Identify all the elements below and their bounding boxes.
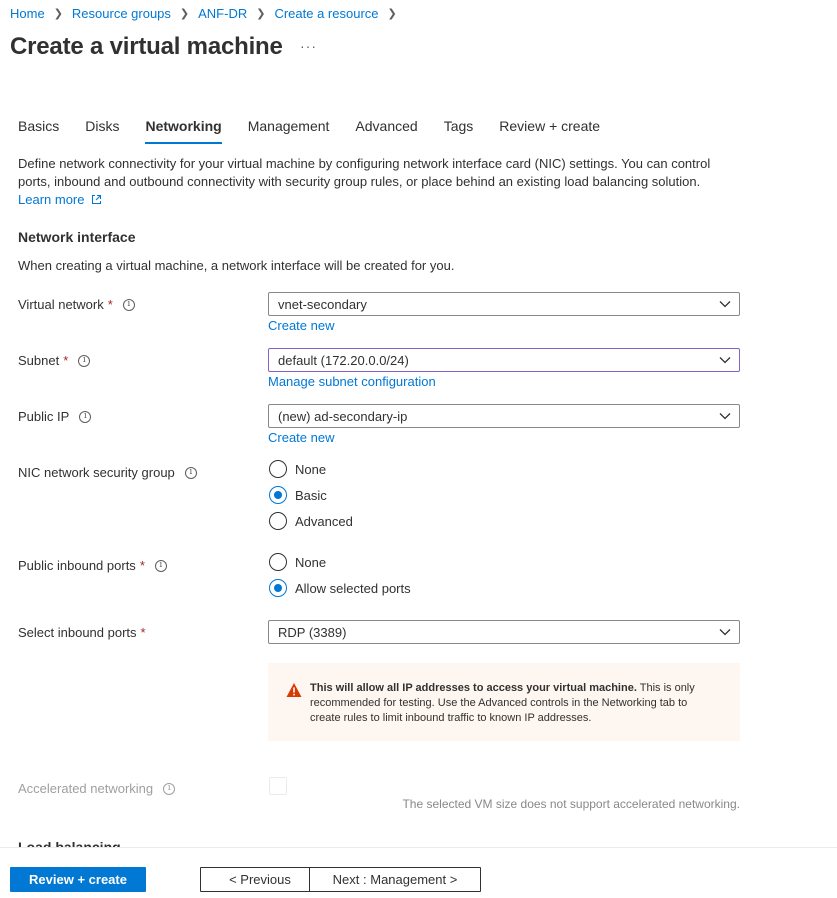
inbound-ports-value: RDP (3389) xyxy=(278,624,347,640)
accelerated-networking-checkbox xyxy=(269,777,287,795)
public-inbound-ports-label: Public inbound ports * i xyxy=(18,558,167,573)
breadcrumb-anf-dr[interactable]: ANF-DR xyxy=(198,6,247,21)
tab-advanced[interactable]: Advanced xyxy=(355,118,417,144)
nic-nsg-option-none[interactable]: None xyxy=(269,460,326,478)
radio-label: None xyxy=(295,461,327,477)
create-new-vnet-link[interactable]: Create new xyxy=(268,318,334,333)
chevron-right-icon: ❯ xyxy=(256,8,266,20)
wizard-footer: Review + create < Previous Next : Manage… xyxy=(0,847,837,898)
public-ip-label: Public IP i xyxy=(18,409,92,424)
nic-nsg-label: NIC network security group i xyxy=(18,465,197,480)
chevron-down-icon xyxy=(719,357,731,364)
radio-label: Advanced xyxy=(295,513,353,529)
load-balancing-heading: Load balancing xyxy=(18,839,121,847)
page-title: Create a virtual machine xyxy=(10,33,283,60)
tab-basics[interactable]: Basics xyxy=(18,118,59,144)
chevron-right-icon: ❯ xyxy=(387,8,397,20)
inbound-ports-option-allow[interactable]: Allow selected ports xyxy=(269,579,411,597)
external-link-icon xyxy=(92,195,102,204)
chevron-down-icon xyxy=(719,413,731,420)
chevron-right-icon: ❯ xyxy=(53,8,63,20)
chevron-down-icon xyxy=(719,629,731,636)
review-create-button[interactable]: Review + create xyxy=(10,867,146,892)
radio-label: Allow selected ports xyxy=(295,580,411,596)
warning-icon xyxy=(286,683,302,697)
accelerated-networking-label-text: Accelerated networking xyxy=(18,781,154,796)
select-inbound-ports-dropdown[interactable]: RDP (3389) xyxy=(268,620,740,644)
virtual-network-label: Virtual network * i xyxy=(18,297,135,312)
create-new-public-ip-link[interactable]: Create new xyxy=(268,430,334,445)
subnet-label-text: Subnet xyxy=(18,353,60,368)
tab-tags[interactable]: Tags xyxy=(444,118,474,144)
learn-more-label: Learn more xyxy=(18,192,85,207)
virtual-network-dropdown[interactable]: vnet-secondary xyxy=(268,292,740,316)
required-marker: * xyxy=(140,625,146,640)
networking-description: Define network connectivity for your vir… xyxy=(18,155,728,209)
subnet-value: default (172.20.0.0/24) xyxy=(278,352,409,368)
description-text: Define network connectivity for your vir… xyxy=(18,156,711,189)
info-icon[interactable]: i xyxy=(79,410,92,423)
network-interface-description: When creating a virtual machine, a netwo… xyxy=(18,258,455,273)
warning-text: This will allow all IP addresses to acce… xyxy=(310,681,720,741)
radio-button[interactable] xyxy=(269,460,287,478)
warning-bold-text: This will allow all IP addresses to acce… xyxy=(310,682,637,694)
public-ip-value: (new) ad-secondary-ip xyxy=(278,408,408,424)
radio-label: Basic xyxy=(295,487,327,503)
learn-more-link[interactable]: Learn more xyxy=(18,192,102,207)
info-icon[interactable]: i xyxy=(78,354,91,367)
breadcrumb-home[interactable]: Home xyxy=(10,6,45,21)
breadcrumb-resource-groups[interactable]: Resource groups xyxy=(72,6,171,21)
wizard-tabs: Basics Disks Networking Management Advan… xyxy=(18,118,626,144)
virtual-network-value: vnet-secondary xyxy=(278,296,367,312)
nic-nsg-option-basic[interactable]: Basic xyxy=(269,486,327,504)
next-management-button[interactable]: Next : Management > xyxy=(309,867,481,892)
info-icon[interactable]: i xyxy=(163,782,176,795)
select-inbound-ports-label: Select inbound ports * xyxy=(18,625,146,640)
public-ip-dropdown[interactable]: (new) ad-secondary-ip xyxy=(268,404,740,428)
info-icon[interactable]: i xyxy=(184,466,197,479)
radio-button-selected[interactable] xyxy=(269,579,287,597)
chevron-right-icon: ❯ xyxy=(179,8,190,20)
chevron-down-icon xyxy=(719,301,731,308)
manage-subnet-link[interactable]: Manage subnet configuration xyxy=(268,374,436,389)
nic-nsg-label-text: NIC network security group xyxy=(18,465,175,480)
breadcrumb: Home ❯ Resource groups ❯ ANF-DR ❯ Create… xyxy=(10,6,406,21)
public-ip-label-text: Public IP xyxy=(18,409,70,424)
breadcrumb-create-resource[interactable]: Create a resource xyxy=(274,6,378,21)
inbound-warning-banner: This will allow all IP addresses to acce… xyxy=(268,663,740,741)
radio-button[interactable] xyxy=(269,512,287,530)
tab-disks[interactable]: Disks xyxy=(85,118,119,144)
inbound-ports-option-none[interactable]: None xyxy=(269,553,326,571)
previous-button[interactable]: < Previous xyxy=(200,867,320,892)
select-inbound-ports-label-text: Select inbound ports xyxy=(18,625,137,640)
subnet-dropdown[interactable]: default (172.20.0.0/24) xyxy=(268,348,740,372)
radio-button-selected[interactable] xyxy=(269,486,287,504)
public-inbound-ports-label-text: Public inbound ports xyxy=(18,558,136,573)
info-icon[interactable]: i xyxy=(122,298,135,311)
radio-label: None xyxy=(295,554,327,570)
accelerated-networking-label: Accelerated networking i xyxy=(18,781,176,796)
more-options-icon[interactable]: ··· xyxy=(300,38,317,54)
tab-management[interactable]: Management xyxy=(248,118,330,144)
tab-networking[interactable]: Networking xyxy=(145,118,222,144)
info-icon[interactable]: i xyxy=(154,559,167,572)
nic-nsg-option-advanced[interactable]: Advanced xyxy=(269,512,353,530)
required-marker: * xyxy=(107,297,113,312)
required-marker: * xyxy=(139,558,145,573)
tab-review-create[interactable]: Review + create xyxy=(499,118,600,144)
required-marker: * xyxy=(63,353,69,368)
radio-button[interactable] xyxy=(269,553,287,571)
network-interface-heading: Network interface xyxy=(18,229,136,245)
subnet-label: Subnet * i xyxy=(18,353,91,368)
accelerated-networking-note: The selected VM size does not support ac… xyxy=(402,797,740,811)
virtual-network-label-text: Virtual network xyxy=(18,297,104,312)
